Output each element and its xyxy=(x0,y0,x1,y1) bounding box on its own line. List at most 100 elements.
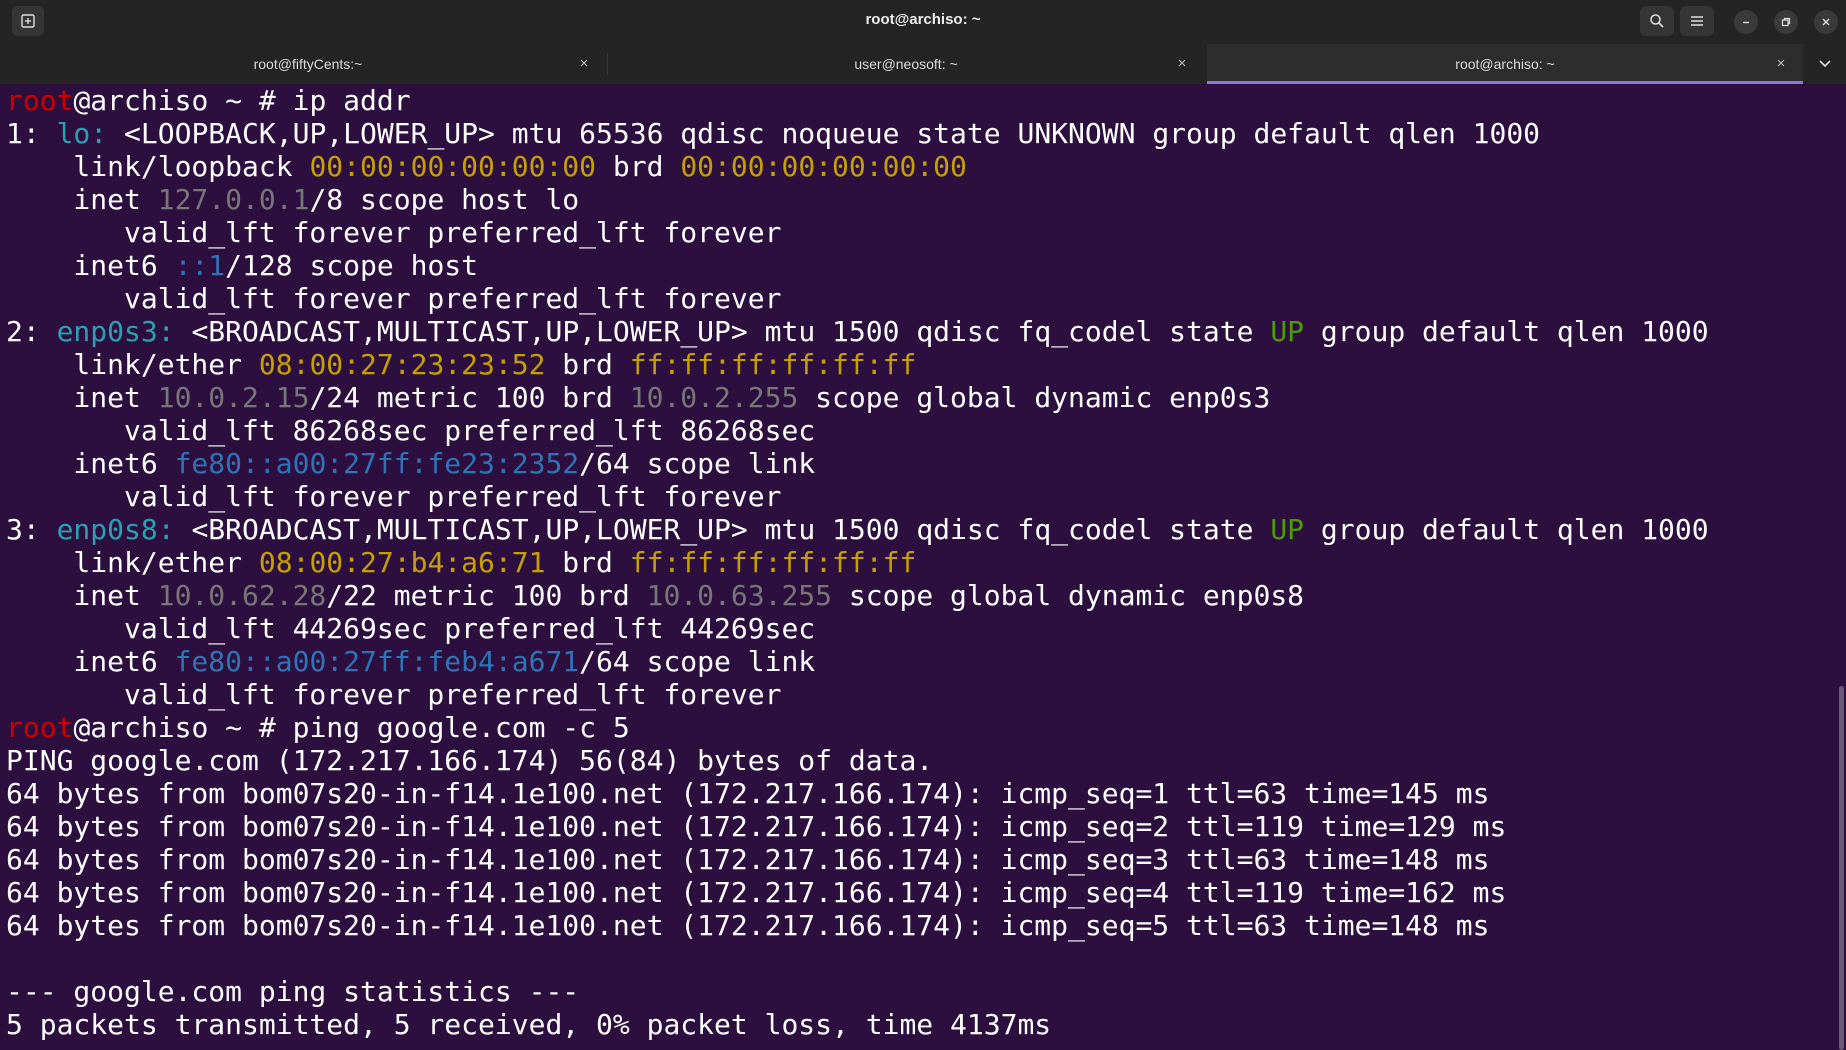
terminal-text: root xyxy=(6,711,74,744)
terminal-text: 10.0.2.255 xyxy=(629,381,799,414)
terminal-line: valid_lft 86268sec preferred_lft 86268se… xyxy=(6,414,1832,447)
terminal-text: brd xyxy=(545,348,630,381)
terminal-text: 3: xyxy=(6,513,57,546)
window-title: root@archiso: ~ xyxy=(865,11,981,28)
terminal-line: valid_lft forever preferred_lft forever xyxy=(6,282,1832,315)
terminal-line: inet 10.0.62.28/22 metric 100 brd 10.0.6… xyxy=(6,579,1832,612)
terminal-line: 64 bytes from bom07s20-in-f14.1e100.net … xyxy=(6,777,1832,810)
restore-icon xyxy=(1781,17,1791,27)
terminal-line: link/ether 08:00:27:b4:a6:71 brd ff:ff:f… xyxy=(6,546,1832,579)
terminal-line: --- google.com ping statistics --- xyxy=(6,975,1832,1008)
tab-label: user@neosoft: ~ xyxy=(854,56,958,72)
terminal-text: <BROADCAST,MULTICAST,UP,LOWER_UP> mtu 15… xyxy=(174,513,1271,546)
terminal-text: /8 scope host lo xyxy=(309,183,580,216)
terminal-line: valid_lft forever preferred_lft forever xyxy=(6,480,1832,513)
terminal-text: inet6 xyxy=(6,447,175,480)
terminal-line: 3: enp0s8: <BROADCAST,MULTICAST,UP,LOWER… xyxy=(6,513,1832,546)
terminal-text: root xyxy=(6,84,74,117)
terminal-text: inet6 xyxy=(6,249,175,282)
terminal-text: group default qlen 1000 xyxy=(1304,513,1709,546)
terminal-text: <BROADCAST,MULTICAST,UP,LOWER_UP> mtu 15… xyxy=(174,315,1271,348)
terminal-line: link/ether 08:00:27:23:23:52 brd ff:ff:f… xyxy=(6,348,1832,381)
terminal-text: inet xyxy=(6,579,158,612)
terminal-text: 64 bytes from bom07s20-in-f14.1e100.net … xyxy=(6,909,1490,942)
terminal-text: inet6 xyxy=(6,645,175,678)
terminal-line: PING google.com (172.217.166.174) 56(84)… xyxy=(6,744,1832,777)
terminal-text: fe80::a00:27ff:fe23:2352 xyxy=(174,447,580,480)
chevron-down-icon xyxy=(1819,60,1831,68)
terminal-line: inet6 fe80::a00:27ff:fe23:2352/64 scope … xyxy=(6,447,1832,480)
terminal-output[interactable]: root@archiso ~ # ip addr 1: lo: <LOOPBACK… xyxy=(6,84,1832,1050)
terminal-line: valid_lft forever preferred_lft forever xyxy=(6,678,1832,711)
terminal-text: brd xyxy=(596,150,681,183)
terminal-text: 08:00:27:23:23:52 xyxy=(258,348,546,381)
terminal-text: /64 scope link xyxy=(579,447,816,480)
terminal-text: --- google.com ping statistics --- xyxy=(6,975,580,1008)
terminal-line: inet6 fe80::a00:27ff:feb4:a671/64 scope … xyxy=(6,645,1832,678)
search-button[interactable] xyxy=(1640,6,1674,36)
terminal-text: valid_lft forever preferred_lft forever xyxy=(6,678,782,711)
tab-close-icon[interactable]: × xyxy=(1773,56,1789,72)
close-window-button[interactable] xyxy=(1814,10,1838,34)
terminal-text: 127.0.0.1 xyxy=(157,183,310,216)
terminal-line: 64 bytes from bom07s20-in-f14.1e100.net … xyxy=(6,843,1832,876)
header-bar: root@archiso: ~ xyxy=(0,0,1846,45)
terminal-line: root@archiso ~ # ip addr xyxy=(6,84,1832,117)
terminal-text: 64 bytes from bom07s20-in-f14.1e100.net … xyxy=(6,843,1490,876)
terminal-text: /128 scope host xyxy=(225,249,479,282)
terminal-text: enp0s3: xyxy=(56,315,175,348)
terminal-text: 00:00:00:00:00:00 xyxy=(309,150,597,183)
terminal-text: group default qlen 1000 xyxy=(1304,315,1709,348)
tab-root-fiftycents[interactable]: root@fiftyCents:~ × xyxy=(10,44,606,84)
terminal-text: valid_lft 44269sec preferred_lft 44269se… xyxy=(6,612,816,645)
terminal-text: /24 metric 100 brd xyxy=(309,381,630,414)
terminal-text: 2: xyxy=(6,315,57,348)
tab-label: root@fiftyCents:~ xyxy=(253,56,363,72)
terminal-text: scope global dynamic enp0s8 xyxy=(832,579,1305,612)
hamburger-menu-icon xyxy=(1691,16,1703,26)
terminal-line: link/loopback 00:00:00:00:00:00 brd 00:0… xyxy=(6,150,1832,183)
terminal-text: 10.0.63.255 xyxy=(646,579,833,612)
terminal-text: 00:00:00:00:00:00 xyxy=(680,150,967,183)
terminal-text: link/ether xyxy=(6,546,259,579)
terminal-text: /64 scope link xyxy=(579,645,816,678)
tab-root-archiso[interactable]: root@archiso: ~ × xyxy=(1207,44,1803,84)
minimize-button[interactable] xyxy=(1734,10,1758,34)
terminal-text: UP xyxy=(1270,315,1305,348)
restore-button[interactable] xyxy=(1774,10,1798,34)
terminal-line: 5 packets transmitted, 5 received, 0% pa… xyxy=(6,1008,1832,1041)
terminal-text: @archiso ~ # ip addr xyxy=(73,84,411,117)
terminal-text: valid_lft forever preferred_lft forever xyxy=(6,216,782,249)
terminal-line: 64 bytes from bom07s20-in-f14.1e100.net … xyxy=(6,909,1832,942)
terminal-line: 64 bytes from bom07s20-in-f14.1e100.net … xyxy=(6,810,1832,843)
terminal-text: ff:ff:ff:ff:ff:ff xyxy=(629,348,917,381)
terminal-text: @archiso ~ # ping google.com -c 5 xyxy=(73,711,630,744)
terminal-text: link/ether xyxy=(6,348,259,381)
terminal-line: valid_lft forever preferred_lft forever xyxy=(6,216,1832,249)
terminal-line: 64 bytes from bom07s20-in-f14.1e100.net … xyxy=(6,876,1832,909)
terminal-line: valid_lft 44269sec preferred_lft 44269se… xyxy=(6,612,1832,645)
tab-list-button[interactable] xyxy=(1816,56,1834,72)
tab-close-icon[interactable]: × xyxy=(1174,56,1190,72)
terminal-scrollbar[interactable] xyxy=(1839,686,1844,1050)
terminal-text: 10.0.2.15 xyxy=(157,381,310,414)
terminal-text: 64 bytes from bom07s20-in-f14.1e100.net … xyxy=(6,810,1507,843)
terminal-text: valid_lft 86268sec preferred_lft 86268se… xyxy=(6,414,816,447)
tab-close-icon[interactable]: × xyxy=(576,56,592,72)
terminal-text: UP xyxy=(1270,513,1305,546)
terminal-text: 5 packets transmitted, 5 received, 0% pa… xyxy=(6,1008,1052,1041)
terminal-line: root@archiso ~ # ping google.com -c 5 xyxy=(6,711,1832,744)
menu-button[interactable] xyxy=(1680,6,1714,36)
terminal-text: link/loopback xyxy=(6,150,310,183)
terminal-text: inet xyxy=(6,381,158,414)
terminal-text: valid_lft forever preferred_lft forever xyxy=(6,480,782,513)
terminal-text: ff:ff:ff:ff:ff:ff xyxy=(629,546,917,579)
terminal-text: 1: xyxy=(6,117,57,150)
terminal-text: inet xyxy=(6,183,158,216)
terminal-text: PING google.com (172.217.166.174) 56(84)… xyxy=(6,744,934,777)
terminal-text: valid_lft forever preferred_lft forever xyxy=(6,282,782,315)
close-icon xyxy=(1822,18,1830,26)
terminal-text: /22 metric 100 brd xyxy=(326,579,647,612)
tab-user-neosoft[interactable]: user@neosoft: ~ × xyxy=(608,44,1204,84)
